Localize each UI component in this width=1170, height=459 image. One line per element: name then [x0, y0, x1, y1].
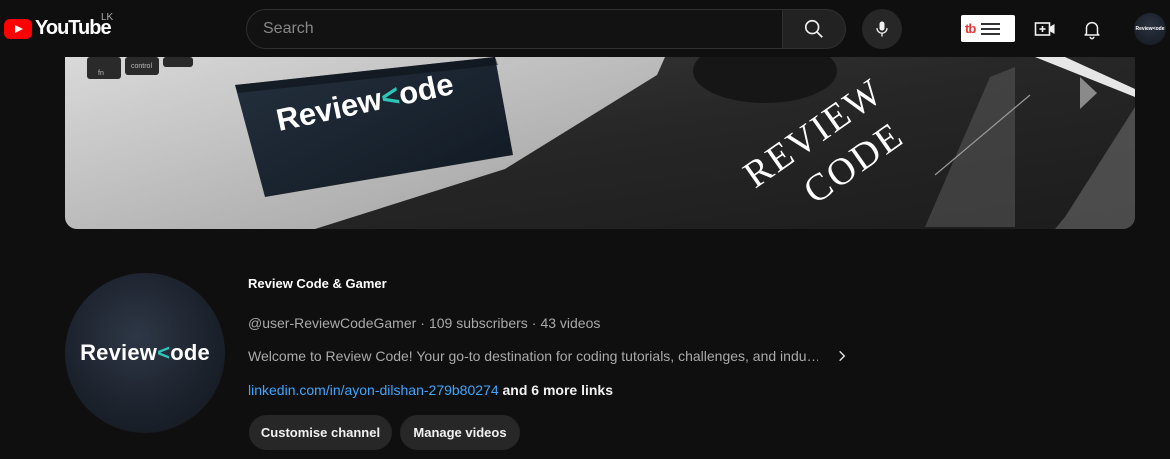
voice-search-button[interactable] — [862, 9, 902, 49]
channel-description[interactable]: Welcome to Review Code! Your go-to desti… — [248, 348, 818, 364]
create-video-icon — [1034, 22, 1055, 36]
bell-icon — [1084, 21, 1100, 40]
channel-links: linkedin.com/in/ayon-dilshan-279b80274 a… — [248, 382, 613, 398]
channel-meta: @user-ReviewCodeGamer · 109 subscribers … — [248, 315, 600, 331]
avatar-label: Review<ode — [1135, 26, 1165, 32]
search-box — [246, 9, 783, 49]
masthead: YouTube LK tb Re — [0, 0, 1170, 56]
search-icon — [804, 19, 823, 38]
search-button[interactable] — [782, 9, 846, 49]
menu-lines-icon — [981, 22, 1001, 35]
create-button[interactable] — [1029, 13, 1061, 45]
video-count: 43 videos — [540, 315, 601, 331]
tubebuddy-extension-button[interactable]: tb — [961, 15, 1015, 42]
meta-separator: · — [420, 315, 425, 331]
more-links-button[interactable]: and 6 more links — [503, 382, 613, 398]
avatar-text-b: < — [157, 340, 171, 365]
meta-separator: · — [531, 315, 537, 331]
mic-icon — [876, 21, 888, 37]
avatar-text-a: Review — [80, 340, 158, 365]
manage-videos-button[interactable]: Manage videos — [400, 415, 520, 450]
channel-description-row[interactable]: Welcome to Review Code! Your go-to desti… — [248, 346, 852, 366]
logo-text: YouTube — [35, 17, 112, 39]
channel-avatar-text: Review<ode — [80, 340, 210, 366]
subscriber-count: 109 subscribers — [428, 315, 528, 331]
notifications-button[interactable] — [1076, 13, 1108, 45]
account-avatar[interactable]: Review<ode — [1134, 13, 1166, 45]
channel-avatar[interactable]: Review<ode — [65, 273, 225, 433]
customise-channel-button[interactable]: Customise channel — [249, 415, 392, 450]
youtube-logo[interactable]: YouTube LK — [4, 12, 113, 40]
country-code: LK — [101, 12, 114, 23]
channel-banner: fn control Review<ode REVIEW CODE — [65, 57, 1135, 229]
channel-handle: @user-ReviewCodeGamer — [248, 315, 417, 331]
extension-logo: tb — [965, 21, 976, 36]
youtube-logo-icon — [4, 18, 32, 39]
key-control-label: control — [131, 63, 152, 70]
search-input[interactable] — [263, 20, 782, 38]
linkedin-link[interactable]: linkedin.com/in/ayon-dilshan-279b80274 — [248, 382, 499, 398]
key-fn-label: fn — [98, 70, 104, 77]
description-expand-button[interactable] — [832, 346, 852, 366]
avatar-text-c: ode — [170, 340, 210, 365]
channel-name: Review Code & Gamer — [248, 276, 387, 291]
chevron-right-icon — [839, 350, 846, 362]
